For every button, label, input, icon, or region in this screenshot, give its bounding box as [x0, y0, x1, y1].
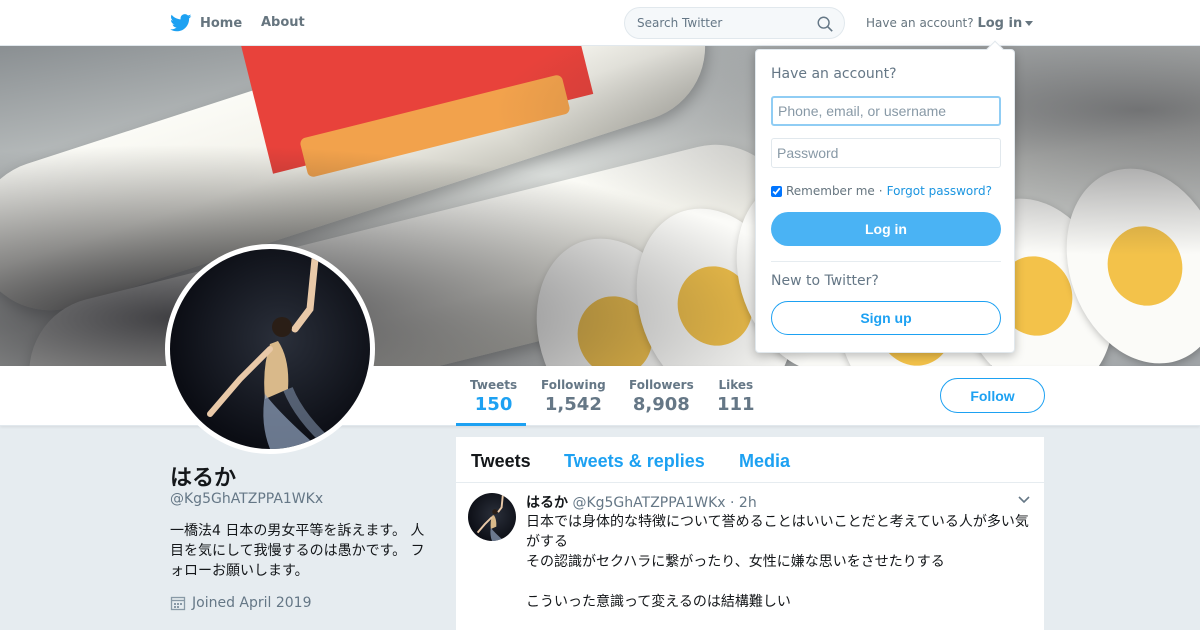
profile-joined: Joined April 2019: [170, 595, 312, 611]
login-dropdown: Have an account? Remember me · Forgot pa…: [755, 40, 1015, 353]
new-to-twitter-text: New to Twitter?: [771, 273, 879, 289]
joined-text: Joined April 2019: [192, 595, 312, 611]
login-toggle[interactable]: Log in: [977, 16, 1022, 31]
tab-tweets-replies[interactable]: Tweets & replies: [564, 451, 705, 472]
stat-value: 8,908: [632, 394, 690, 415]
tweet[interactable]: はるか @Kg5GhATZPPA1WKx · 2h 日本では身体的な特徴について…: [456, 483, 1044, 630]
avatar-image: [170, 249, 370, 449]
stat-label: Likes: [718, 378, 754, 392]
dancer-figure: [207, 255, 339, 449]
divider: [771, 261, 1001, 262]
follow-button[interactable]: Follow: [940, 378, 1045, 413]
stat-followers[interactable]: Followers 8,908: [629, 378, 694, 415]
profile-avatar[interactable]: [165, 244, 375, 454]
tweet-header: はるか @Kg5GhATZPPA1WKx · 2h: [526, 492, 757, 512]
calendar-icon: [170, 596, 186, 611]
timeline-tabs: Tweets Tweets & replies Media: [456, 437, 1044, 483]
stat-label: Following: [541, 378, 606, 392]
profile-handle[interactable]: @Kg5GhATZPPA1WKx: [170, 491, 323, 507]
timeline: Tweets Tweets & replies Media はるか @Kg5Gh…: [456, 437, 1044, 630]
chevron-down-icon[interactable]: [1018, 496, 1030, 504]
tab-tweets[interactable]: Tweets: [471, 451, 531, 472]
stat-value: 111: [717, 394, 755, 415]
tab-media[interactable]: Media: [739, 451, 790, 472]
tweet-time[interactable]: · 2h: [730, 495, 757, 511]
nav-home-label: Home: [200, 15, 243, 31]
stat-tweets[interactable]: Tweets 150: [470, 378, 517, 415]
stat-value: 1,542: [544, 394, 602, 415]
search-icon[interactable]: [816, 15, 834, 33]
stat-following[interactable]: Following 1,542: [541, 378, 606, 415]
search-box[interactable]: Search Twitter: [624, 7, 845, 39]
active-stat-underline: [456, 423, 526, 426]
password-field[interactable]: [771, 138, 1001, 168]
top-nav: Home About Search Twitter Have an accoun…: [0, 0, 1200, 46]
nav-home-link[interactable]: Home: [170, 13, 242, 33]
tweet-text-line: こういった意識って変えるのは結構難しい: [526, 594, 791, 610]
tweet-text-line: 日本では身体的な特徴について誉めることはいいことだと考えている人が多い気がする: [526, 514, 1029, 550]
stat-label: Tweets: [470, 378, 518, 392]
stat-value: 150: [474, 394, 513, 415]
stat-likes[interactable]: Likes 111: [717, 378, 755, 415]
dancer-figure: [476, 495, 504, 541]
nav-about-link[interactable]: About: [261, 15, 305, 30]
signup-button[interactable]: Sign up: [771, 301, 1001, 335]
login-title: Have an account?: [771, 66, 897, 82]
forgot-password-link[interactable]: Forgot password?: [887, 184, 992, 198]
separator-dot: ·: [878, 184, 883, 198]
profile-name: はるか: [170, 466, 237, 491]
tweet-author-handle[interactable]: @Kg5GhATZPPA1WKx: [572, 495, 725, 511]
login-button[interactable]: Log in: [771, 212, 1001, 246]
stat-label: Followers: [629, 378, 694, 392]
have-account-text: Have an account?: [866, 16, 974, 30]
username-field[interactable]: [771, 96, 1001, 126]
profile-bio: 一橋法4 日本の男女平等を訴えます。 人目を気にして我慢するのは愚かです。 フォ…: [170, 523, 425, 579]
tweet-text-line: [526, 572, 1036, 592]
remember-row: Remember me · Forgot password?: [771, 184, 992, 198]
remember-label[interactable]: Remember me: [786, 184, 875, 198]
account-prompt: Have an account? Log in: [866, 16, 1034, 31]
twitter-bird-icon: [170, 14, 192, 32]
tweet-text-line: その認識がセクハラに繋がったり、女性に嫌な思いをさせたりする: [526, 554, 945, 570]
remember-checkbox[interactable]: [771, 185, 782, 197]
search-input[interactable]: Search Twitter: [637, 16, 722, 30]
tweet-avatar[interactable]: [468, 493, 516, 541]
tweet-author-name[interactable]: はるか: [526, 495, 568, 511]
caret-down-icon[interactable]: [1025, 21, 1034, 26]
tweet-text: 日本では身体的な特徴について誉めることはいいことだと考えている人が多い気がする …: [526, 512, 1036, 612]
